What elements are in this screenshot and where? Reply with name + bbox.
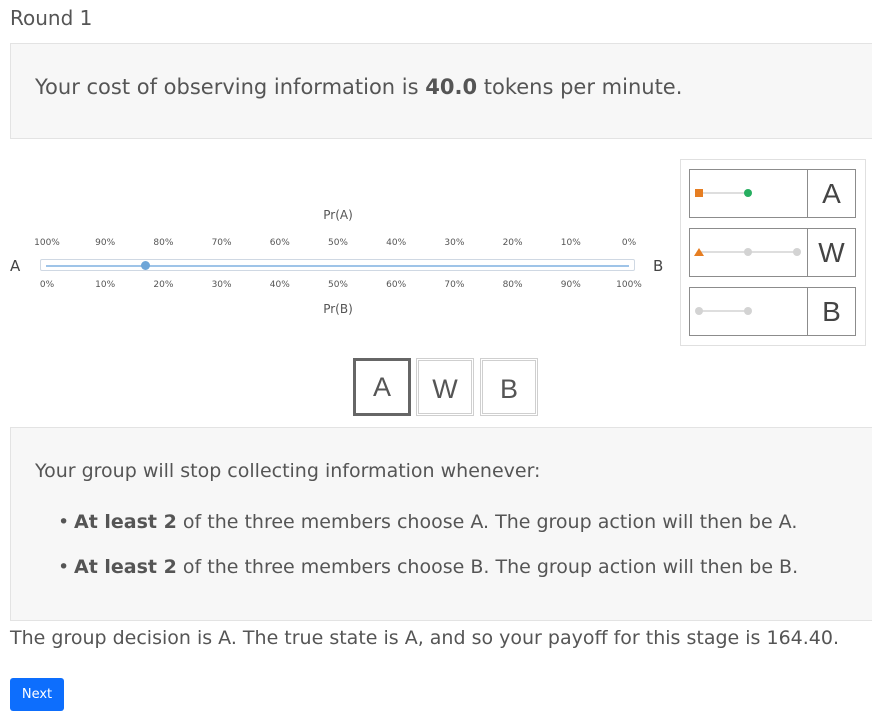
top-tick-label: 10% <box>560 238 581 248</box>
bottom-tick-label: 50% <box>327 280 348 290</box>
bottom-tick-label: 70% <box>444 280 465 290</box>
bottom-tick-label: 10% <box>95 280 116 290</box>
orange-square-icon <box>695 189 703 197</box>
top-tick-label: 100% <box>34 238 60 248</box>
legend-row-b: B <box>689 287 856 336</box>
bottom-tick-label: 40% <box>269 280 290 290</box>
bottom-tick-label: 30% <box>211 280 232 290</box>
member-markers-a <box>695 189 752 197</box>
bottom-tick-label: 20% <box>153 280 174 290</box>
round-title: Round 1 <box>10 6 93 30</box>
cost-panel: Your cost of observing information is 40… <box>10 43 872 139</box>
gray-dot-icon <box>695 307 703 315</box>
legend-letter-b: B <box>807 288 855 335</box>
bottom-tick-label: 90% <box>560 280 581 290</box>
top-tick-label: 30% <box>444 238 465 248</box>
probability-slider-fill <box>46 265 629 267</box>
rule-text: of the three members choose B. The group… <box>176 556 799 578</box>
legend-row-w: W <box>689 228 856 277</box>
top-tick-label: 40% <box>386 238 407 248</box>
rules-panel: Your group will stop collecting informat… <box>10 427 872 621</box>
bottom-tick-label: 60% <box>386 280 407 290</box>
gray-dot-icon <box>744 307 752 315</box>
rule-bold: At least 2 <box>74 556 177 578</box>
next-button[interactable]: Next <box>10 678 64 711</box>
bottom-tick-label: 0% <box>39 280 55 290</box>
legend-letter-a: A <box>807 170 855 217</box>
green-dot-icon <box>744 189 752 197</box>
choice-w-button[interactable]: W <box>416 358 474 416</box>
bullet-icon: • <box>58 556 70 578</box>
member-markers-b <box>695 307 752 315</box>
top-tick-label: 90% <box>95 238 116 248</box>
gray-dot-icon <box>744 248 752 256</box>
cost-prefix: Your cost of observing information is <box>35 75 426 99</box>
group-choices-panel: A W B <box>680 159 866 346</box>
decision-text: The group decision is A. The true state … <box>10 627 839 649</box>
cost-value: 40.0 <box>425 75 478 99</box>
cost-suffix: tokens per minute. <box>477 75 683 99</box>
top-tick-label: 50% <box>327 238 348 248</box>
choice-b-button[interactable]: B <box>480 358 538 416</box>
legend-letter-w: W <box>807 229 855 276</box>
top-tick-label: 0% <box>621 238 637 248</box>
choice-a-button[interactable]: A <box>353 358 411 416</box>
bullet-icon: • <box>58 511 70 533</box>
bottom-tick-label: 100% <box>616 280 642 290</box>
rules-header: Your group will stop collecting informat… <box>35 460 541 482</box>
rule-text: of the three members choose A. The group… <box>176 511 798 533</box>
member-markers-w <box>694 248 801 256</box>
top-axis-title: Pr(A) <box>323 208 353 222</box>
rule-item-a: • At least 2 of the three members choose … <box>58 511 797 533</box>
bottom-tick-label: 80% <box>502 280 523 290</box>
top-tick-label: 80% <box>153 238 174 248</box>
top-tick-label: 20% <box>502 238 523 248</box>
cost-text: Your cost of observing information is 40… <box>35 75 682 99</box>
rule-bold: At least 2 <box>74 511 177 533</box>
rule-item-b: • At least 2 of the three members choose … <box>58 556 798 578</box>
bottom-axis-title: Pr(B) <box>323 302 353 316</box>
top-tick-label: 70% <box>211 238 232 248</box>
top-tick-label: 60% <box>269 238 290 248</box>
legend-row-a: A <box>689 169 856 218</box>
gray-dot-icon <box>793 248 801 256</box>
slider-left-label: A <box>10 257 21 275</box>
slider-right-label: B <box>653 257 664 275</box>
